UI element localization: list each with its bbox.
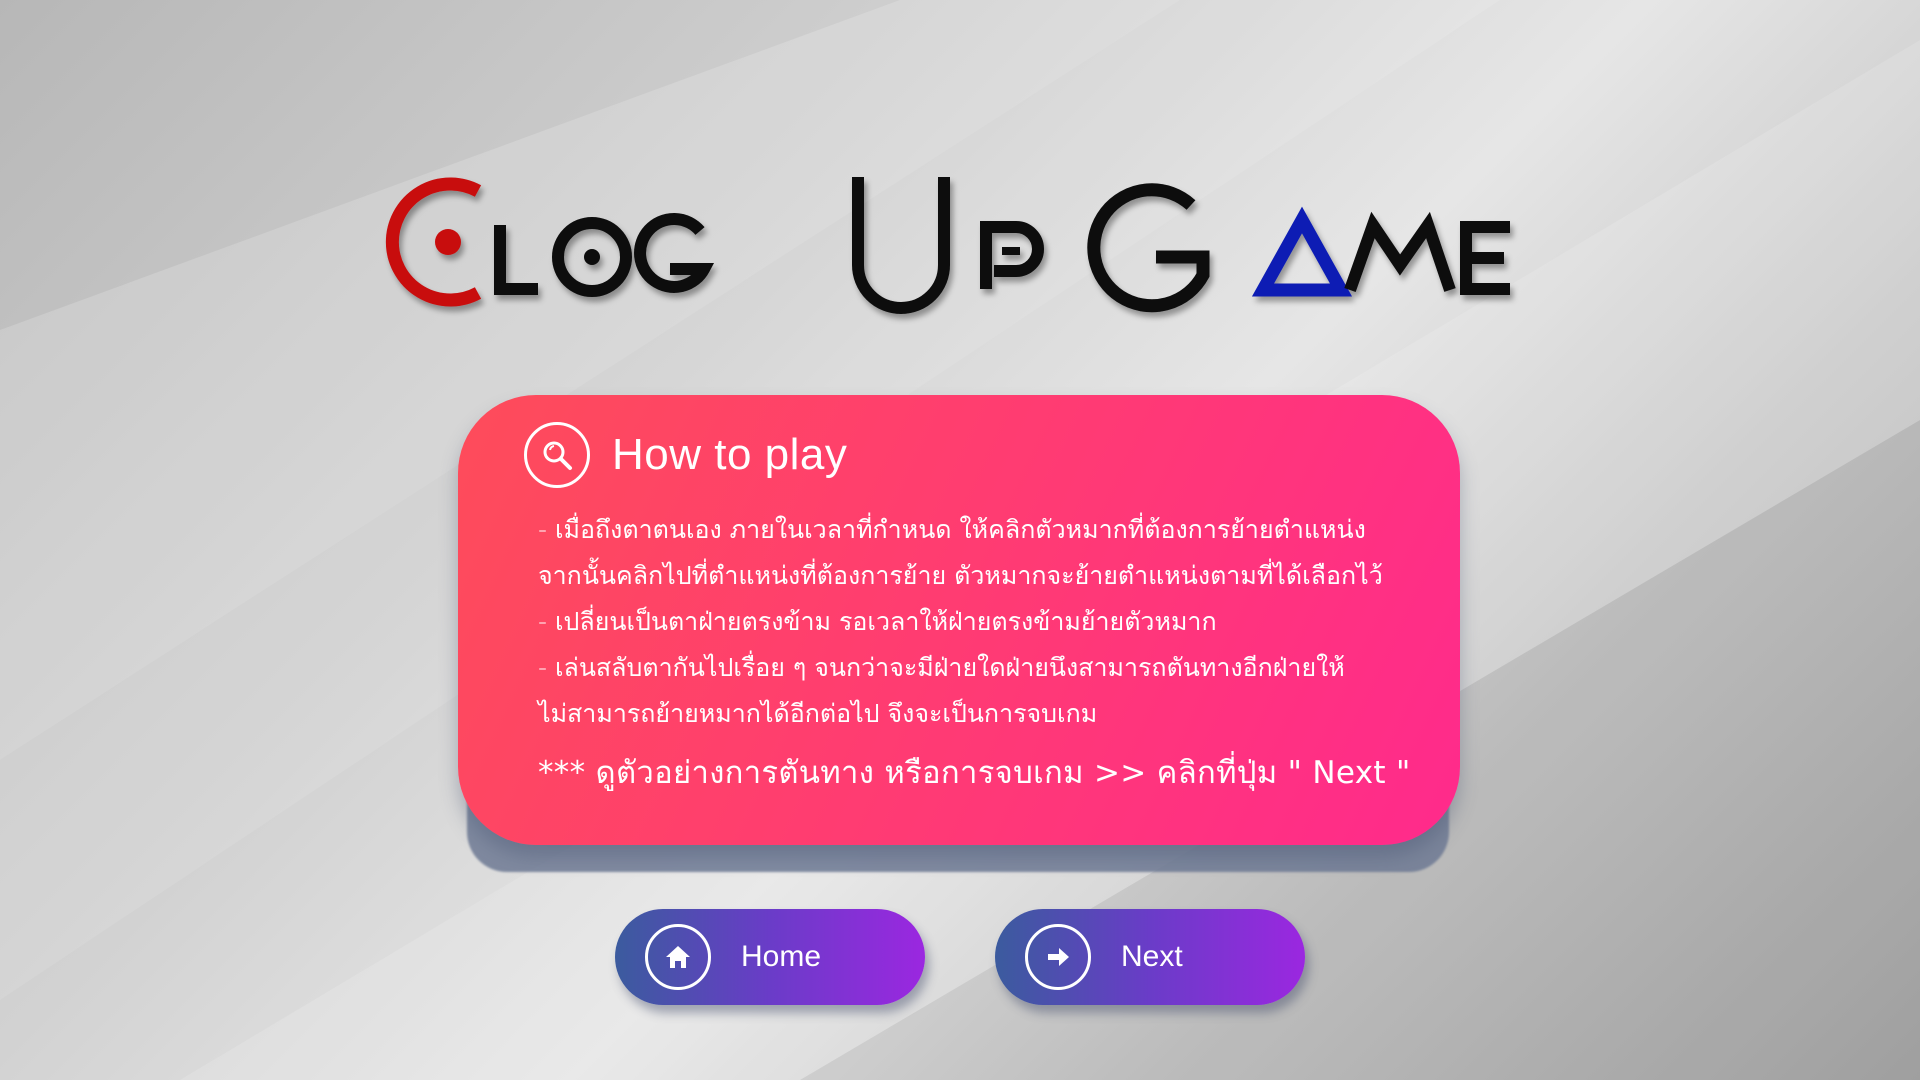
rule-line: ไม่สามารถย้ายหมากได้อีกต่อไป จึงจะเป็นกา… [538, 699, 1098, 728]
home-button[interactable]: Home [615, 909, 925, 1005]
rule-line: - เล่นสลับตากันไปเรื่อย ๆ จนกว่าจะมีฝ่าย… [538, 653, 1345, 682]
rules-list: - เมื่อถึงตาตนเอง ภายในเวลาที่กำหนด ให้ค… [538, 507, 1404, 737]
home-icon [645, 924, 711, 990]
arrow-right-icon [1025, 924, 1091, 990]
logo-red-eye [435, 229, 461, 255]
logo-letter-g [634, 212, 715, 293]
game-logo [370, 165, 1560, 335]
next-button-label: Next [1121, 940, 1183, 973]
next-hint: *** ดูตัวอย่างการตันทาง หรือการจบเกม >> … [538, 755, 1411, 791]
logo-letter-g-big [1087, 183, 1210, 313]
rule-line: จากนั้นคลิกไปที่ตำแหน่งที่ต้องการย้าย ตั… [538, 561, 1383, 590]
logo-letter-e [1460, 221, 1510, 295]
logo-letter-a [1251, 206, 1353, 297]
how-to-play-card: How to play - เมื่อถึงตาตนเอง ภายในเวลาท… [458, 395, 1460, 845]
rule-line: - เปลี่ยนเป็นตาฝ่ายตรงข้าม รอเวลาให้ฝ่าย… [538, 607, 1217, 636]
logo-letter-u [852, 177, 950, 314]
card-header: How to play [524, 419, 847, 491]
card-title: How to play [612, 430, 848, 479]
next-button[interactable]: Next [995, 909, 1305, 1005]
search-icon [524, 422, 590, 488]
logo-letter-m [1344, 211, 1456, 293]
logo-letter-l [494, 225, 538, 295]
logo-letter-p [980, 221, 1044, 289]
rule-line: - เมื่อถึงตาตนเอง ภายในเวลาที่กำหนด ให้ค… [538, 515, 1366, 544]
home-button-label: Home [741, 940, 822, 973]
